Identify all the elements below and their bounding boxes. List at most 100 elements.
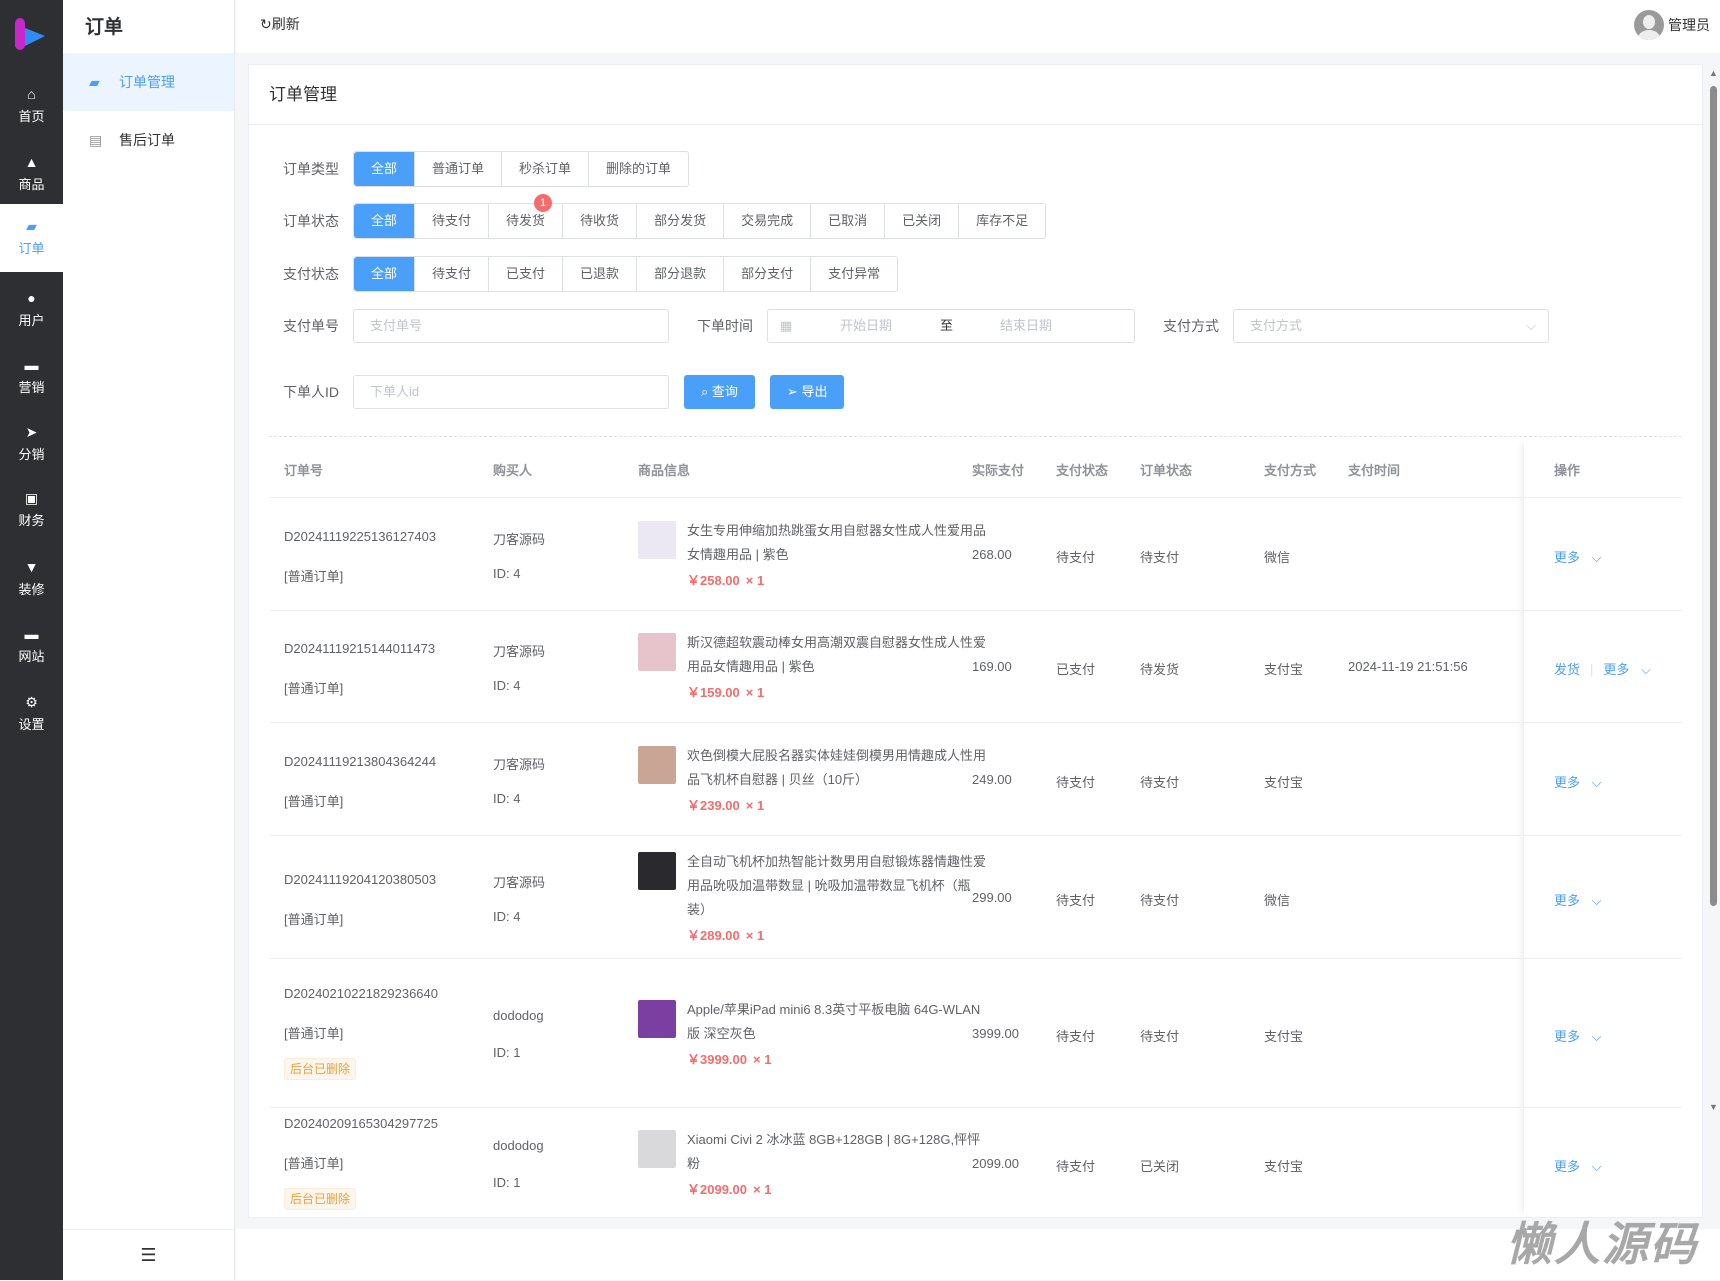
pay-method: 微信 [1264,549,1291,565]
pay-method: 支付宝 [1264,774,1304,790]
row-actions: 更多 ⌵ [1554,547,1601,566]
order-status-option[interactable]: 库存不足 [958,204,1045,238]
product-thumbnail [638,745,676,784]
pay-method: 支付宝 [1264,662,1304,677]
order-number: D20241119204120380503 [284,871,437,887]
submenu-item-order-management[interactable]: ▰ 订单管理 [63,53,234,111]
order-status-option[interactable]: 待支付 [414,204,488,238]
rail-item-9[interactable]: ⚙ 设置 [0,680,63,748]
table-row: D20241119204120380503 [普通订单] 刀客源码 ID: 4 全自动飞… [269,836,1682,959]
app-logo [15,18,45,50]
order-status: 待支付 [1140,892,1180,908]
product-qty: × 1 [745,927,765,943]
rail-item-1[interactable]: ▲ 商品 [0,140,63,208]
rail-item-7[interactable]: ▼ 装修 [0,545,63,613]
rail-item-0[interactable]: ⌂ 首页 [0,72,63,140]
rail-item-6[interactable]: ▣ 财务 [0,476,63,544]
column-header: 支付状态 [1056,463,1109,478]
order-status-option[interactable]: 待收货 [562,204,636,238]
pay-method-select[interactable]: 支付方式 ⌵ [1233,309,1549,343]
rail-item-3[interactable]: ● 用户 [0,276,63,344]
pay-status: 待支付 [1056,1158,1096,1174]
table-row: D20240209165304297725 [普通订单] 后台已删除 dododog I… [269,1108,1682,1217]
rail-item-5[interactable]: ➤ 分销 [0,410,63,478]
scrollbar[interactable]: ▲ ▼ [1708,68,1718,1218]
start-date-input[interactable]: 开始日期 [840,310,940,342]
refresh-button[interactable]: ↻刷新 [260,14,300,34]
chevron-down-icon: ⌵ [1588,1158,1602,1174]
product-name: 欢色倒模大屁股名器实体娃娃倒模男用情趣成人性用品飞机杯自慰器 | 贝丝（10斤） [687,747,987,787]
pay-status-option[interactable]: 待支付 [414,257,488,291]
submenu-item-after-sales[interactable]: ▤ 售后订单 [63,111,234,169]
product-thumbnail [638,1129,676,1168]
more-dropdown[interactable]: 更多 [1603,662,1629,677]
filter-label: 订单类型 [283,161,339,177]
chevron-down-icon: ⌵ [1588,1028,1602,1044]
home-icon: ⌂ [27,86,36,102]
more-dropdown[interactable]: 更多 [1554,775,1580,790]
order-status-option[interactable]: 已取消 [810,204,884,238]
filter-label: 下单人ID [283,384,339,400]
order-status-option[interactable]: 全部 [354,204,415,238]
product-thumbnail [638,520,676,559]
scroll-up-icon[interactable]: ▲ [1709,68,1718,78]
more-dropdown[interactable]: 更多 [1554,550,1580,565]
rail-item-8[interactable]: ▬ 网站 [0,612,63,680]
pay-status-option[interactable]: 部分支付 [723,257,810,291]
rail-item-label: 设置 [18,717,45,732]
paid-amount: 268.00 [972,546,1012,562]
row-actions: 更多 ⌵ [1554,890,1601,909]
paid-amount: 3999.00 [972,1025,1019,1041]
order-type-option[interactable]: 普通订单 [414,152,501,186]
buyer-id: ID: 4 [493,908,521,924]
more-dropdown[interactable]: 更多 [1554,1029,1580,1044]
product-price: ￥289.00 [687,927,740,943]
ship-button[interactable]: 发货 [1554,662,1580,677]
pay-status-option[interactable]: 已支付 [488,257,562,291]
more-dropdown[interactable]: 更多 [1554,1159,1580,1174]
pay-status-option[interactable]: 支付异常 [810,257,897,291]
user-menu[interactable]: 管理员 [1634,10,1710,40]
pay-status-option[interactable]: 已退款 [562,257,636,291]
scrollbar-thumb[interactable] [1710,86,1717,906]
order-type-radio-group: 全部 普通订单 秒杀订单 删除的订单 [353,151,690,187]
chevron-down-icon: ⌵ [1637,662,1651,677]
buyer-id-input[interactable]: 下单人id [353,375,669,409]
more-dropdown[interactable]: 更多 [1554,893,1580,908]
submenu-title: 订单 [85,17,124,38]
buyer-name: 刀客源码 [493,531,546,547]
monitor-icon: ▬ [24,626,39,642]
product-price-line: ￥258.00 × 1 [687,570,764,589]
chevron-down-icon: ⌵ [1588,892,1602,908]
order-status: 已关闭 [1140,1158,1180,1174]
product-price: ￥159.00 [687,685,740,700]
pay-no-input[interactable]: 支付单号 [353,309,669,343]
order-number: D20241119225136127403 [284,528,437,544]
watermark: 懒人源码 [1506,1218,1698,1270]
order-status-option[interactable]: 已关闭 [884,204,958,238]
order-status-option[interactable]: 交易完成 [723,204,810,238]
clipboard-icon: ▤ [89,131,103,148]
pay-status: 待支付 [1056,892,1096,908]
collapse-menu-button[interactable]: ☰ [63,1229,234,1280]
user-name: 管理员 [1668,17,1710,33]
rail-item-4[interactable]: ▬ 营销 [0,343,63,411]
product-price-line: ￥2099.00 × 1 [687,1179,771,1198]
order-type-option[interactable]: 秒杀订单 [501,152,588,186]
order-type-option[interactable]: 删除的订单 [588,152,688,186]
scroll-down-icon[interactable]: ▼ [1709,1102,1718,1112]
order-status-option[interactable]: 部分发货 [636,204,723,238]
date-range-picker[interactable]: ▦ 开始日期 至 结束日期 [767,309,1135,343]
wallet-icon: ▰ [26,218,37,234]
rail-item-2[interactable]: ▰ 订单 [0,204,63,272]
search-button[interactable]: ⌕ 查询 [684,375,755,409]
filter-label: 支付方式 [1163,318,1219,334]
buyer-name: 刀客源码 [493,874,546,890]
export-button[interactable]: ➢ 导出 [769,375,845,409]
end-date-input[interactable]: 结束日期 [1000,310,1052,342]
row-actions: 发货 | 更多 ⌵ [1554,659,1651,678]
order-status-option[interactable]: 待发货 1 [488,194,562,238]
pay-status-option[interactable]: 全部 [354,257,415,291]
pay-status-option[interactable]: 部分退款 [636,257,723,291]
order-type-option[interactable]: 全部 [354,152,415,186]
